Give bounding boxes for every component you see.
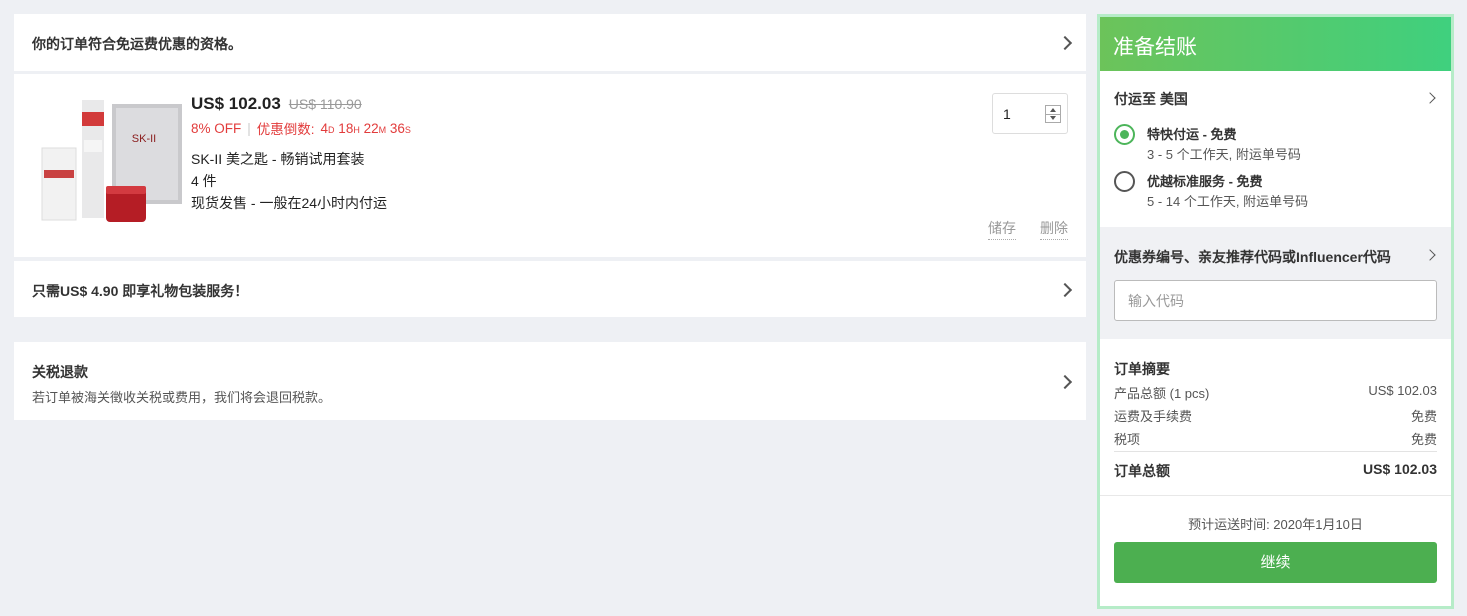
estimated-delivery: 预计运送时间: 2020年1月10日: [1188, 517, 1363, 532]
summary-row-tax: 税项 免费: [1114, 429, 1437, 448]
coupon-label[interactable]: 优惠券编号、亲友推荐代码或Influencer代码: [1114, 247, 1391, 267]
countdown-timer: 4d 18h 22m 36s: [320, 120, 411, 136]
summary-divider: [1114, 451, 1437, 452]
spinner-divider: [1046, 114, 1060, 115]
duty-refund-info[interactable]: 关税退款 若订单被海关徵收关税或费用，我们将会退回税款。: [14, 342, 1086, 420]
radio-selected-icon[interactable]: [1114, 124, 1135, 145]
summary-row-value: 免费: [1410, 432, 1437, 447]
free-shipping-banner[interactable]: 你的订单符合免运费优惠的资格。: [14, 14, 1086, 71]
shipping-option-detail: 3 - 5 个工作天, 附运单号码: [1147, 147, 1301, 162]
discount-badge: 8% OFF: [191, 120, 242, 136]
cart-item: SK-II US$ 102.03 US$ 110.90 8% OFF | 优惠倒…: [14, 74, 1086, 257]
chevron-right-icon: [1057, 35, 1073, 51]
duty-refund-description: 若订单被海关徵收关税或费用，我们将会退回税款。: [32, 390, 332, 405]
chevron-right-icon[interactable]: [1424, 92, 1436, 104]
quantity-value[interactable]: 1: [1003, 106, 1011, 122]
order-total-label: 订单总额: [1114, 463, 1170, 479]
summary-row-label: 产品总额 (1 pcs): [1114, 386, 1210, 401]
promo-row: 8% OFF | 优惠倒数: 4d 18h 22m 36s: [191, 118, 411, 138]
radio-unselected-icon[interactable]: [1114, 171, 1135, 192]
chevron-right-icon: [1057, 282, 1073, 298]
price-row: US$ 102.03 US$ 110.90: [191, 94, 362, 114]
summary-row-label: 税项: [1114, 432, 1141, 447]
gift-wrap-option[interactable]: 只需US$ 4.90 即享礼物包装服务！: [14, 261, 1086, 317]
order-total-value: US$ 102.03: [1363, 461, 1437, 477]
order-total-row: 订单总额 US$ 102.03: [1114, 461, 1437, 481]
chevron-right-icon: [1057, 374, 1073, 390]
product-name[interactable]: SK-II 美之匙 - 畅销试用套装: [191, 149, 364, 169]
order-summary: 订单摘要 产品总额 (1 pcs) US$ 102.03 运费及手续费 免费 税…: [1114, 359, 1437, 479]
continue-button[interactable]: 继续: [1114, 542, 1437, 583]
quantity-stepper[interactable]: 1: [992, 93, 1068, 134]
order-summary-title: 订单摘要: [1114, 361, 1170, 377]
shipping-option-name: 优越标准服务 - 免费: [1147, 174, 1263, 189]
original-price: US$ 110.90: [288, 96, 362, 112]
delete-item-link[interactable]: 删除: [1040, 218, 1068, 240]
summary-row-subtotal: 产品总额 (1 pcs) US$ 102.03: [1114, 383, 1437, 402]
checkout-header: 准备结账: [1100, 17, 1451, 71]
coupon-code-input[interactable]: [1114, 280, 1437, 321]
chevron-right-icon[interactable]: [1424, 249, 1436, 261]
checkout-title: 准备结账: [1113, 36, 1197, 59]
product-logo-label: SK-II: [132, 133, 156, 145]
free-shipping-text: 你的订单符合免运费优惠的资格。: [32, 36, 242, 52]
current-price: US$ 102.03: [191, 94, 281, 113]
coupon-section: 优惠券编号、亲友推荐代码或Influencer代码: [1100, 227, 1451, 339]
countdown-label: 优惠倒数:: [256, 122, 315, 137]
gift-wrap-text: 只需US$ 4.90 即享礼物包装服务！: [32, 283, 249, 299]
checkout-panel: 准备结账 付运至 美国 特快付运 - 免费 3 - 5 个工作天, 附运单号码 …: [1097, 14, 1454, 609]
product-image[interactable]: SK-II: [36, 100, 186, 226]
quantity-spinner[interactable]: [1045, 105, 1061, 123]
shipping-option-detail: 5 - 14 个工作天, 附运单号码: [1147, 194, 1309, 209]
summary-row-value: 免费: [1410, 409, 1437, 424]
summary-row-label: 运费及手续费: [1114, 409, 1193, 424]
ship-to-country[interactable]: 付运至 美国: [1114, 89, 1188, 109]
increment-arrow-icon[interactable]: [1050, 108, 1056, 112]
section-divider: [1100, 495, 1451, 496]
decrement-arrow-icon[interactable]: [1050, 116, 1056, 120]
stock-status: 现货发售 - 一般在24小时内付运: [191, 195, 388, 211]
summary-row-shipping: 运费及手续费 免费: [1114, 406, 1437, 425]
duty-refund-title: 关税退款: [32, 364, 88, 380]
summary-row-value: US$ 102.03: [1368, 383, 1437, 398]
promo-separator: |: [247, 120, 251, 136]
save-for-later-link[interactable]: 储存: [988, 218, 1016, 240]
shipping-option-name: 特快付运 - 免费: [1147, 127, 1237, 142]
product-piece-count: 4 件: [191, 173, 217, 189]
